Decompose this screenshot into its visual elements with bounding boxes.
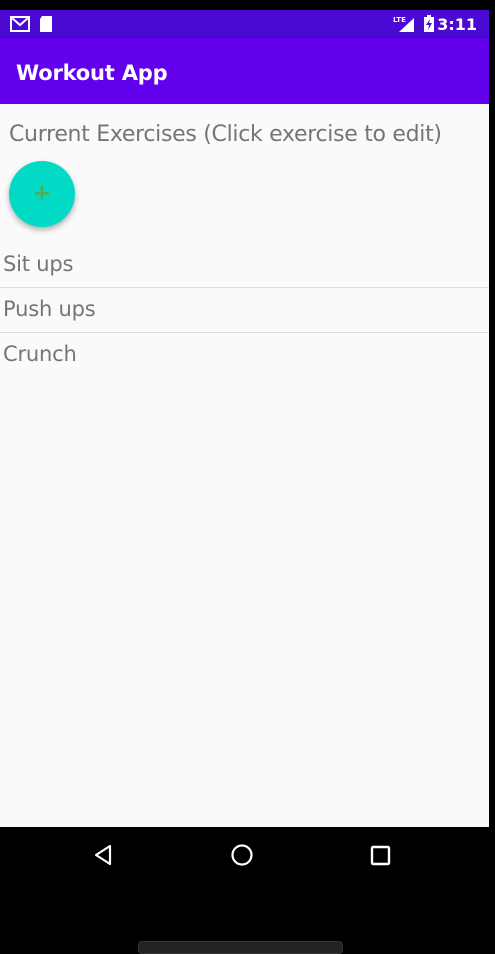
add-exercise-button[interactable]: + <box>9 161 75 227</box>
home-indicator[interactable] <box>138 941 343 954</box>
exercises-header: Current Exercises (Click exercise to edi… <box>9 122 442 147</box>
exercise-list: Sit ups Push ups Crunch <box>0 243 489 378</box>
list-item[interactable]: Push ups <box>0 288 489 333</box>
plus-icon: + <box>32 181 52 206</box>
app-bar: Workout App <box>0 38 489 104</box>
device-screen: LTE 3:11 Workout App Current Exercises (… <box>0 0 495 952</box>
lte-label: LTE <box>393 16 406 24</box>
navigation-bar <box>0 827 495 883</box>
lte-signal-icon: LTE <box>393 16 414 32</box>
battery-charging-icon <box>424 15 434 32</box>
status-bar: LTE 3:11 <box>0 10 489 38</box>
list-item[interactable]: Sit ups <box>0 243 489 288</box>
back-icon[interactable] <box>92 843 116 867</box>
gmail-icon <box>10 16 30 32</box>
recents-icon[interactable] <box>370 843 392 867</box>
app-title: Workout App <box>16 61 168 85</box>
status-time: 3:11 <box>437 15 477 34</box>
home-icon[interactable] <box>230 843 254 867</box>
sd-card-icon <box>40 16 52 32</box>
list-item[interactable]: Crunch <box>0 333 489 378</box>
main-content: Current Exercises (Click exercise to edi… <box>0 104 489 827</box>
